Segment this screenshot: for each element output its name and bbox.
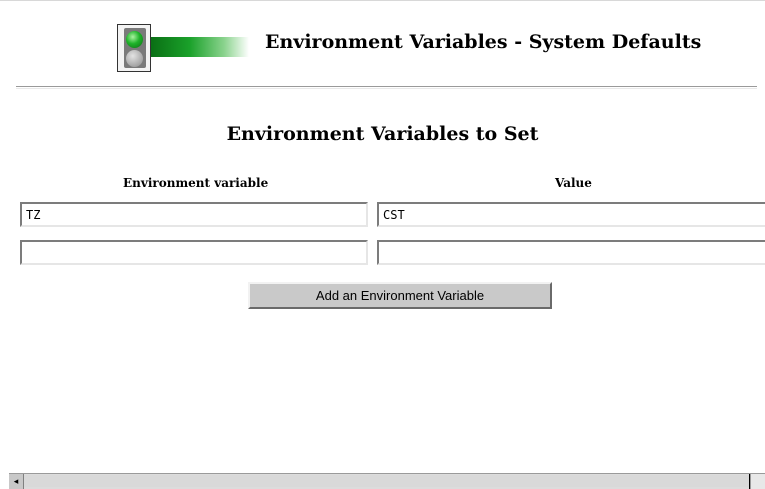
env-variable-input-2[interactable]: [20, 240, 368, 265]
header-divider: [16, 86, 757, 88]
page-title: Environment Variables - System Defaults: [265, 31, 702, 53]
scrollbar-track[interactable]: [24, 475, 749, 487]
column-header-value: Value: [555, 176, 592, 190]
env-variable-input-1[interactable]: [20, 202, 368, 227]
horizontal-scrollbar[interactable]: ◂: [9, 473, 765, 489]
scroll-right-arrow-icon[interactable]: [750, 474, 765, 489]
traffic-light-icon: [117, 24, 151, 72]
window-top-edge: [0, 0, 765, 1]
column-header-variable: Environment variable: [123, 176, 269, 190]
scroll-left-arrow-icon[interactable]: ◂: [9, 474, 24, 489]
traffic-light-logo: [117, 24, 249, 72]
green-lamp-icon: [126, 31, 143, 48]
grey-lamp-icon: [126, 50, 143, 67]
env-value-input-2[interactable]: [377, 240, 765, 265]
section-title: Environment Variables to Set: [226, 123, 539, 145]
logo-green-bar: [150, 37, 249, 57]
add-environment-variable-button[interactable]: Add an Environment Variable: [248, 282, 552, 309]
env-value-input-1[interactable]: [377, 202, 765, 227]
